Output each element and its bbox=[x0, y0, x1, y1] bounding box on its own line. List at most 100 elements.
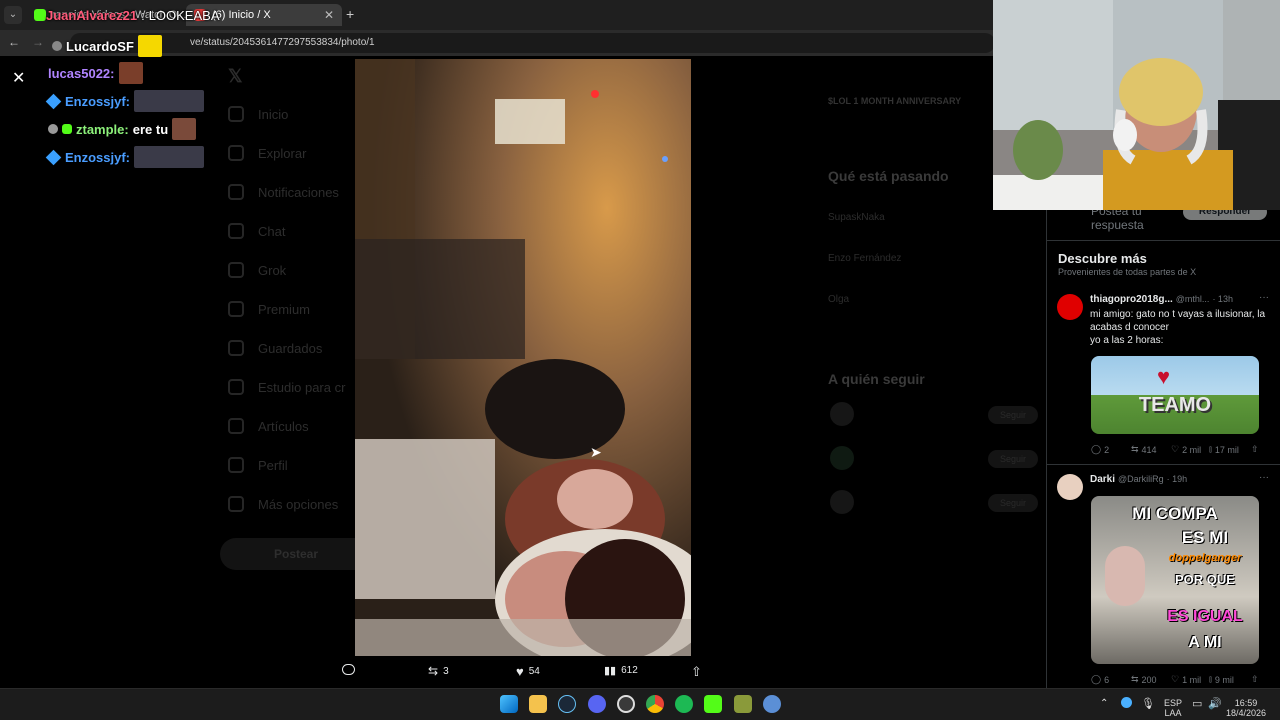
trend-item[interactable]: SupaskNaka bbox=[828, 212, 885, 223]
follow-button[interactable]: Seguir bbox=[988, 406, 1038, 424]
discover-subtitle: Provenientes de todas partes de X bbox=[1058, 267, 1197, 277]
like-stat[interactable]: ♡ 1 mil bbox=[1171, 674, 1201, 685]
chrome-icon[interactable] bbox=[646, 695, 664, 713]
chat-emote bbox=[172, 118, 197, 140]
language-indicator[interactable]: ESP LAA bbox=[1160, 698, 1186, 718]
sidebar-item-inicio[interactable]: Inicio bbox=[228, 106, 288, 122]
chat-overlay-second: LucardoSF bbox=[52, 35, 162, 57]
repost-stat[interactable]: ⇆ 200 bbox=[1131, 674, 1157, 685]
repost-action[interactable]: ⇆ 3 bbox=[428, 664, 449, 678]
app-icon[interactable] bbox=[763, 695, 781, 713]
media-photo[interactable] bbox=[355, 59, 691, 656]
sidebar-item-estudio[interactable]: Estudio para cr bbox=[228, 379, 345, 395]
post-button[interactable]: Postear bbox=[220, 538, 372, 570]
tweet-image[interactable]: MI COMPA ES MI doppelganger POR QUE ES I… bbox=[1091, 496, 1259, 664]
share-icon[interactable]: ⇧ bbox=[1251, 674, 1259, 685]
new-tab-plus-icon[interactable]: + bbox=[346, 6, 354, 22]
grok-icon bbox=[228, 262, 244, 278]
bookmark-icon bbox=[228, 340, 244, 356]
heart-icon: ♡ bbox=[1171, 444, 1180, 454]
heart-icon: ♡ bbox=[1171, 674, 1180, 684]
tray-chevron-icon[interactable]: ⌃ bbox=[1100, 698, 1108, 709]
steam-icon[interactable] bbox=[558, 695, 576, 713]
views-stat[interactable]: ⫾ 17 mil bbox=[1209, 444, 1239, 455]
obs-icon[interactable] bbox=[617, 695, 635, 713]
microphone-icon[interactable]: 🎙 bbox=[1141, 697, 1155, 710]
moderator-badge-icon bbox=[52, 41, 62, 51]
share-action[interactable]: ⇧ bbox=[691, 664, 702, 680]
windows-taskbar bbox=[0, 688, 1280, 720]
photo-image bbox=[355, 59, 691, 656]
tweet-image[interactable]: ♥ TEAMO bbox=[1091, 356, 1259, 434]
tray-app-icon[interactable] bbox=[1121, 697, 1132, 708]
display-icon[interactable]: ▭ bbox=[1192, 697, 1202, 710]
address-bar[interactable]: ve/status/2045361477297553834/photo/1 bbox=[70, 33, 995, 53]
profile-icon bbox=[228, 457, 244, 473]
reply-action[interactable] bbox=[342, 664, 360, 675]
mouse-cursor-icon: ➤ bbox=[590, 444, 602, 460]
bar-chart-icon: ⫾ bbox=[1209, 674, 1212, 684]
file-explorer-icon[interactable] bbox=[529, 695, 547, 713]
views-action[interactable]: ▮▮ 612 bbox=[604, 664, 638, 677]
tweet-card[interactable]: Darki @DarkiliRg · 19h ··· MI COMPA ES M… bbox=[1047, 468, 1280, 688]
trend-item[interactable]: Enzo Fernández bbox=[828, 253, 901, 264]
home-icon bbox=[228, 106, 244, 122]
like-stat[interactable]: ♡ 2 mil bbox=[1171, 444, 1201, 455]
sidebar-item-explorar[interactable]: Explorar bbox=[228, 145, 306, 161]
sidebar-item-grok[interactable]: Grok bbox=[228, 262, 286, 278]
clock[interactable]: 16:59 18/4/2026 bbox=[1222, 698, 1270, 718]
trends-header: Qué está pasando bbox=[828, 168, 949, 184]
chat-emote bbox=[134, 90, 205, 112]
more-options-icon[interactable]: ··· bbox=[1259, 292, 1269, 303]
like-action[interactable]: ♥ 54 bbox=[516, 664, 540, 679]
sidebar-item-articulos[interactable]: Artículos bbox=[228, 418, 309, 434]
sidebar-item-mas[interactable]: Más opciones bbox=[228, 496, 338, 512]
repost-stat[interactable]: ⇆ 414 bbox=[1131, 444, 1157, 455]
chat-emote bbox=[134, 146, 205, 168]
avatar bbox=[830, 402, 854, 426]
close-tab-icon[interactable]: ✕ bbox=[324, 8, 334, 22]
more-options-icon[interactable]: ··· bbox=[1259, 472, 1269, 483]
reply-button[interactable]: Responder bbox=[1183, 210, 1267, 220]
reply-stat[interactable]: ◯ 6 bbox=[1091, 674, 1109, 685]
reply-stat[interactable]: ◯ 2 bbox=[1091, 444, 1109, 455]
kick-app-icon[interactable] bbox=[704, 695, 722, 713]
chat-message: lucas5022: bbox=[48, 62, 143, 84]
share-icon[interactable]: ⇧ bbox=[1251, 444, 1259, 455]
tab-search-chevron-icon[interactable]: ⌄ bbox=[4, 6, 22, 24]
tweet-card[interactable]: thiagopro2018g... @mthl... · 13h ··· mi … bbox=[1047, 286, 1280, 463]
kick-favicon-icon bbox=[34, 9, 46, 21]
avatar bbox=[1057, 474, 1083, 500]
sidebar-item-chat[interactable]: Chat bbox=[228, 223, 285, 239]
trend-item[interactable]: Olga bbox=[828, 294, 849, 305]
trend-event-card[interactable]: $LOL 1 MONTH ANNIVERSARY bbox=[828, 96, 988, 106]
avatar bbox=[830, 490, 854, 514]
discord-icon[interactable] bbox=[588, 695, 606, 713]
game-app-icon[interactable] bbox=[734, 695, 752, 713]
forward-arrow-icon[interactable]: → bbox=[32, 35, 44, 49]
sidebar-item-perfil[interactable]: Perfil bbox=[228, 457, 288, 473]
divider bbox=[1047, 464, 1280, 465]
views-stat[interactable]: ⫾ 9 mil bbox=[1209, 674, 1234, 685]
reply-bubble-icon: ◯ bbox=[1091, 444, 1102, 454]
follow-button[interactable]: Seguir bbox=[988, 450, 1038, 468]
discover-panel: Postea tu respuesta Responder Descubre m… bbox=[1046, 210, 1280, 688]
heart-icon: ♥ bbox=[1157, 364, 1171, 389]
close-media-viewer-icon[interactable]: ✕ bbox=[12, 68, 25, 88]
tweet-text: mi amigo: gato no t vayas a ilusionar, l… bbox=[1090, 309, 1266, 346]
moderator-badge-icon bbox=[48, 124, 58, 134]
chat-message: Enzossjyf: bbox=[45, 146, 205, 168]
spotify-icon[interactable] bbox=[675, 695, 693, 713]
who-to-follow-header: A quién seguir bbox=[828, 371, 925, 387]
sidebar-item-notificaciones[interactable]: Notificaciones bbox=[228, 184, 339, 200]
windows-start-icon[interactable] bbox=[500, 695, 518, 713]
follow-button[interactable]: Seguir bbox=[988, 494, 1038, 512]
reply-placeholder[interactable]: Postea tu respuesta bbox=[1091, 210, 1171, 232]
chat-emote bbox=[137, 35, 162, 57]
reply-bubble-icon: ◯ bbox=[1091, 674, 1102, 684]
sidebar-item-premium[interactable]: Premium bbox=[228, 301, 310, 317]
volume-icon[interactable]: 🔊 bbox=[1208, 697, 1222, 710]
sidebar-item-guardados[interactable]: Guardados bbox=[228, 340, 322, 356]
back-arrow-icon[interactable]: ← bbox=[8, 35, 20, 49]
articles-icon bbox=[228, 418, 244, 434]
